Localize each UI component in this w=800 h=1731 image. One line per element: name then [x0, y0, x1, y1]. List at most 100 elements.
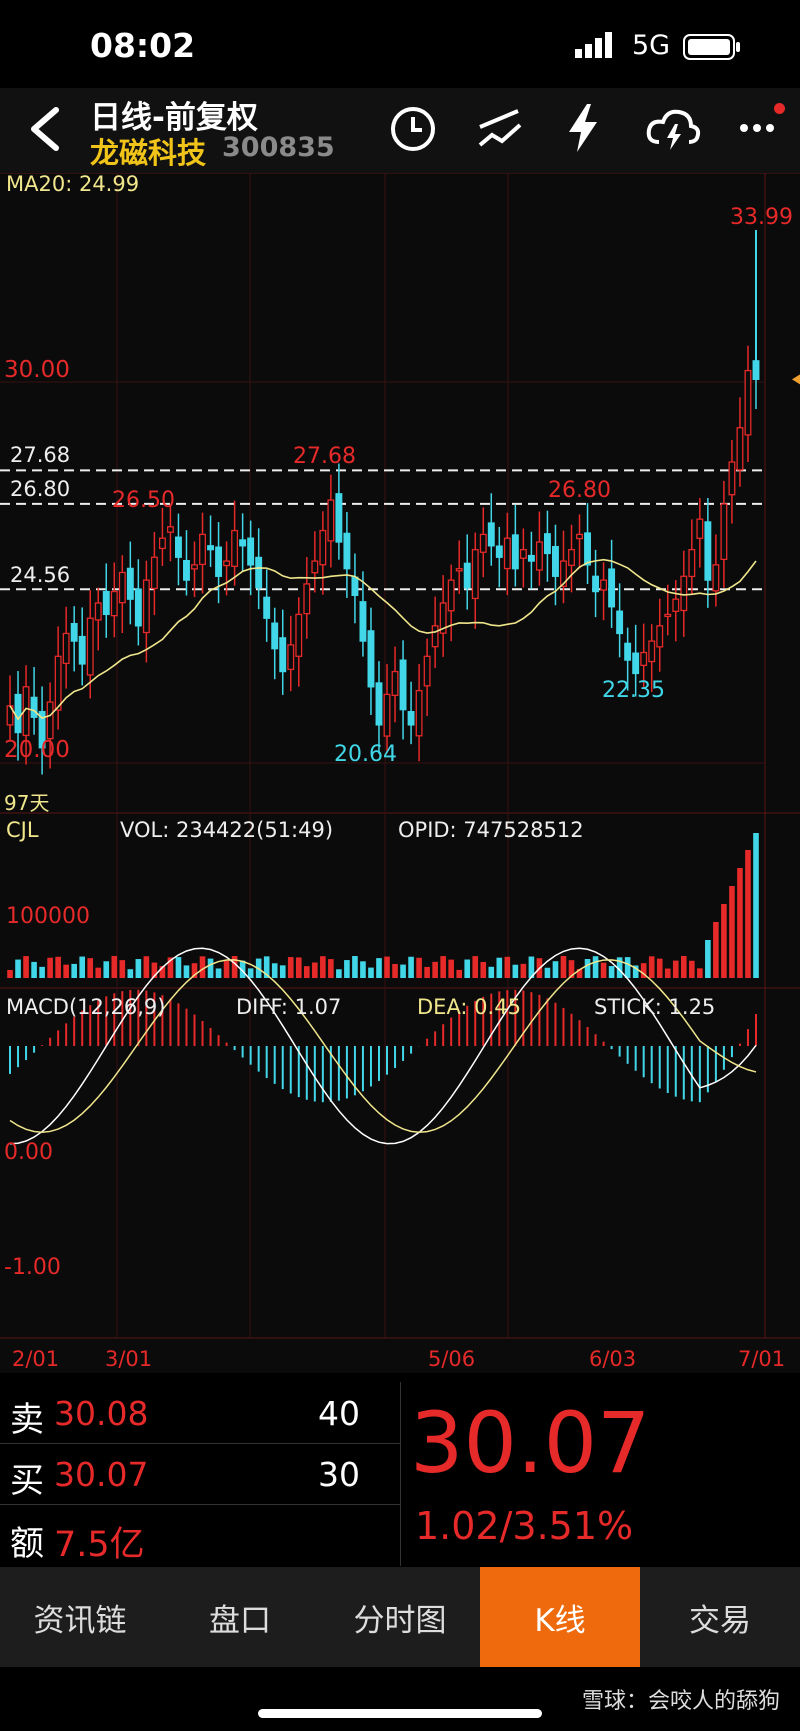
- candle-body: [487, 522, 495, 547]
- candle-body: [166, 526, 174, 533]
- dashed-level-3-label: 24.56: [10, 563, 71, 587]
- candle-body: [359, 601, 367, 642]
- volume-bar: [71, 963, 77, 978]
- status-time: 08:02: [90, 26, 196, 65]
- diff-label: DIFF: 1.07: [236, 995, 342, 1019]
- back-icon[interactable]: [22, 104, 66, 154]
- candle-body: [279, 637, 287, 673]
- candle-body: [311, 560, 319, 574]
- volume-bar: [295, 957, 302, 978]
- volume-bar: [697, 968, 703, 978]
- home-indicator[interactable]: [258, 1709, 542, 1718]
- volume-bar: [584, 958, 591, 978]
- volume-bar: [480, 961, 487, 978]
- volume-level-label: 100000: [6, 904, 90, 929]
- volume-bar: [689, 960, 695, 978]
- candle-body: [616, 610, 624, 635]
- sell-row[interactable]: 卖 30.08 40: [0, 1382, 401, 1444]
- candle-body: [134, 588, 142, 627]
- volume-bar: [464, 959, 471, 978]
- watermark-text: 雪球：会咬人的舔狗: [581, 1689, 780, 1714]
- candle-body: [158, 537, 166, 550]
- volume-bar: [544, 967, 551, 978]
- tab-news-chain[interactable]: 资讯链: [0, 1567, 160, 1667]
- candle-body: [126, 567, 134, 600]
- draw-line-icon[interactable]: [474, 105, 526, 153]
- candle-body: [223, 560, 231, 567]
- volume-bar: [656, 958, 663, 978]
- buy-row[interactable]: 买 30.07 30: [0, 1443, 401, 1505]
- amount-row: 额 7.5亿: [0, 1504, 401, 1566]
- candle-body: [102, 590, 110, 616]
- candle-body: [511, 534, 519, 570]
- candle-body: [319, 529, 327, 566]
- volume-bar: [279, 965, 286, 978]
- volume-bar: [47, 957, 53, 978]
- volume-bar: [287, 957, 294, 978]
- candle-body: [463, 562, 471, 589]
- tab-kline[interactable]: K线: [480, 1567, 640, 1667]
- buy-label: 买: [10, 1461, 44, 1501]
- candle-body: [150, 556, 158, 590]
- current-price-marker: [792, 374, 800, 385]
- candle-body: [664, 613, 672, 618]
- volume-bar: [87, 958, 94, 978]
- date-label: 6/03: [589, 1347, 637, 1371]
- volume-bar: [119, 960, 126, 978]
- cloud-flash-icon[interactable]: [645, 104, 701, 152]
- buy-price: 30.07: [54, 1455, 149, 1494]
- date-label: 5/06: [428, 1347, 476, 1371]
- candle-body: [455, 568, 463, 572]
- candle-body: [696, 518, 704, 539]
- candle-body: [271, 622, 279, 650]
- volume-bar: [753, 833, 759, 978]
- candle-body: [375, 682, 383, 726]
- volume-bar: [271, 963, 278, 978]
- candle-body: [624, 642, 632, 661]
- tab-order-book[interactable]: 盘口: [160, 1567, 320, 1667]
- kline-chart-area[interactable]: [0, 173, 800, 1373]
- macd-neg-label: -1.00: [4, 1255, 61, 1280]
- macd-label: MACD(12,26,9): [6, 995, 166, 1019]
- last-price: 30.07: [410, 1394, 651, 1492]
- volume-bar: [448, 959, 454, 978]
- candle-body: [399, 659, 407, 711]
- candle-body: [608, 568, 616, 608]
- volume-bar: [63, 964, 69, 978]
- buy-qty: 30: [318, 1455, 360, 1494]
- candle-body: [568, 548, 575, 566]
- flash-icon[interactable]: [563, 102, 603, 154]
- volume-bar: [432, 961, 438, 978]
- sell-qty: 40: [318, 1394, 360, 1433]
- candle-body: [632, 652, 640, 675]
- volume-bar: [729, 886, 735, 978]
- volume-bar: [79, 956, 86, 978]
- volume-bar: [416, 957, 422, 978]
- candle-body: [471, 548, 479, 600]
- volume-bar: [440, 956, 446, 978]
- clock-icon[interactable]: [389, 105, 437, 153]
- tab-trade[interactable]: 交易: [640, 1567, 800, 1667]
- candle-body: [239, 539, 247, 547]
- volume-bar: [721, 904, 727, 978]
- candle-body: [142, 579, 150, 634]
- candle-body: [351, 576, 359, 597]
- candle-body: [94, 602, 102, 621]
- volume-bar: [95, 967, 102, 978]
- date-label: 7/01: [738, 1347, 786, 1371]
- battery-icon: [683, 34, 743, 60]
- stock-name: 龙磁科技: [90, 136, 207, 170]
- volume-bar: [512, 964, 519, 978]
- candle-body: [447, 579, 455, 612]
- candle-body: [367, 630, 375, 688]
- volume-bar: [55, 956, 61, 978]
- volume-bar: [39, 966, 45, 978]
- candle-body: [62, 632, 70, 665]
- candle-body: [295, 613, 303, 657]
- tab-intraday[interactable]: 分时图: [320, 1567, 480, 1667]
- candle-body: [720, 503, 728, 561]
- volume-bar: [7, 970, 13, 978]
- more-icon[interactable]: [738, 118, 778, 138]
- candle-body: [600, 579, 608, 591]
- volume-bar: [207, 958, 214, 978]
